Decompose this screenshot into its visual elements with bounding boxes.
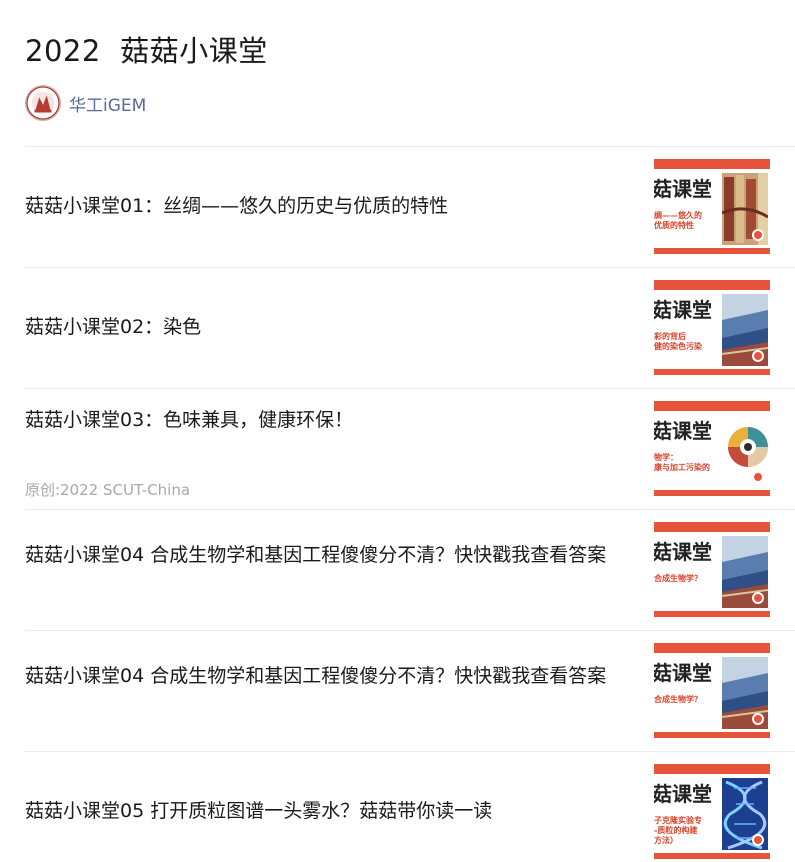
list-item[interactable]: 菇菇小课堂03：色味兼具，健康环保！ 原创:2022 SCUT-China 菇课… <box>25 388 795 509</box>
item-thumbnail[interactable]: 菇课堂 彩的背后 健的染色污染 <box>654 280 770 375</box>
item-title[interactable]: 菇菇小课堂01：丝绸——悠久的历史与优质的特性 <box>25 191 637 221</box>
item-title[interactable]: 菇菇小课堂04 合成生物学和基因工程傻傻分不清？快快戳我查看答案 <box>25 661 637 691</box>
item-thumbnail[interactable]: 菇课堂 物学： 康与加工污染的 <box>654 401 770 496</box>
item-thumbnail[interactable]: 菇课堂 合成生物学？ <box>654 643 770 738</box>
thumb-heading: 菇课堂 <box>654 177 712 201</box>
thumb-caption: 彩的背后 健的染色污染 <box>654 332 702 351</box>
article-list: 菇菇小课堂01：丝绸——悠久的历史与优质的特性 菇课堂 绸——悠久的 优质的特性… <box>25 146 795 862</box>
account-name-link[interactable]: 华工iGEM <box>69 91 146 116</box>
item-title[interactable]: 菇菇小课堂04 合成生物学和基因工程傻傻分不清？快快戳我查看答案 <box>25 540 637 570</box>
list-item[interactable]: 菇菇小课堂04 合成生物学和基因工程傻傻分不清？快快戳我查看答案 菇课堂 合成生… <box>25 630 795 751</box>
account-row[interactable]: 华工iGEM <box>25 85 146 121</box>
item-title[interactable]: 菇菇小课堂03：色味兼具，健康环保！ <box>25 405 637 435</box>
thumb-caption: 子克隆实验专 -质粒的构建 方法） <box>654 816 702 845</box>
thumb-heading: 菇课堂 <box>654 782 712 806</box>
thumb-heading: 菇课堂 <box>654 661 712 685</box>
thumb-heading: 菇课堂 <box>654 540 712 564</box>
item-title[interactable]: 菇菇小课堂02：染色 <box>25 312 637 342</box>
list-item[interactable]: 菇菇小课堂01：丝绸——悠久的历史与优质的特性 菇课堂 绸——悠久的 优质的特性 <box>25 146 795 267</box>
thumb-caption: 合成生物学？ <box>654 695 702 704</box>
thumb-caption: 合成生物学？ <box>654 574 702 583</box>
item-meta: 原创:2022 SCUT-China <box>25 481 191 499</box>
item-title[interactable]: 菇菇小课堂05 打开质粒图谱一头雾水？菇菇带你读一读 <box>25 796 637 826</box>
item-thumbnail[interactable]: 菇课堂 子克隆实验专 -质粒的构建 方法） <box>654 764 770 859</box>
account-avatar[interactable] <box>25 85 61 121</box>
thumb-heading: 菇课堂 <box>654 298 712 322</box>
list-item[interactable]: 菇菇小课堂05 打开质粒图谱一头雾水？菇菇带你读一读 菇课堂 子克隆实验专 -质… <box>25 751 795 862</box>
item-thumbnail[interactable]: 菇课堂 合成生物学？ <box>654 522 770 617</box>
page-title: 2022 菇菇小课堂 <box>25 34 268 68</box>
thumb-caption: 绸——悠久的 优质的特性 <box>654 211 702 230</box>
list-item[interactable]: 菇菇小课堂04 合成生物学和基因工程傻傻分不清？快快戳我查看答案 菇课堂 合成生… <box>25 509 795 630</box>
thumb-caption: 物学： 康与加工污染的 <box>654 453 710 472</box>
thumb-heading: 菇课堂 <box>654 419 712 443</box>
item-thumbnail[interactable]: 菇课堂 绸——悠久的 优质的特性 <box>654 159 770 254</box>
list-item[interactable]: 菇菇小课堂02：染色 菇课堂 彩的背后 健的染色污染 <box>25 267 795 388</box>
